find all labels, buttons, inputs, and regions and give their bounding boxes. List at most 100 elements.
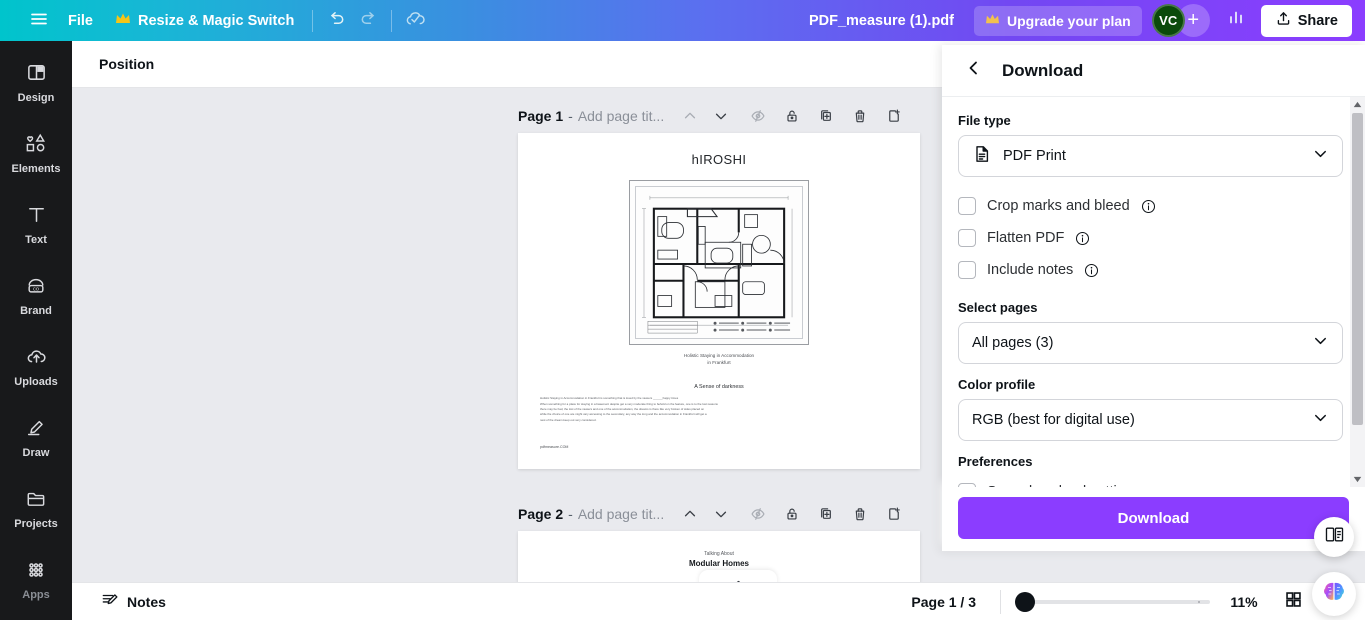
sidebar-item-brand[interactable]: co Brand <box>3 265 69 327</box>
zoom-slider-track[interactable] <box>1015 591 1210 612</box>
notes-pencil-icon <box>101 591 119 612</box>
page-2-separator: - <box>568 506 573 522</box>
download-panel-footer: Download <box>942 487 1365 551</box>
zoom-slider[interactable] <box>1000 589 1210 614</box>
crop-marks-checkbox[interactable] <box>958 197 976 215</box>
collapse-panel-tab[interactable] <box>699 570 777 582</box>
doc-brand-title: hIROSHI <box>691 152 747 167</box>
page2-big-title: Modular Homes <box>688 559 749 568</box>
sidebar-item-elements[interactable]: Elements <box>3 123 69 185</box>
sidebar-item-uploads[interactable]: Uploads <box>3 336 69 398</box>
doc-caption-line-2: in Frankfurt <box>707 360 731 366</box>
brand-icon: co <box>25 276 47 301</box>
sidebar-item-design[interactable]: Design <box>3 52 69 114</box>
zoom-slider-tick <box>1198 600 1200 603</box>
lock-page-icon[interactable] <box>779 501 805 527</box>
include-notes-checkbox[interactable] <box>958 261 976 279</box>
duplicate-page-icon[interactable] <box>813 103 839 129</box>
panel-scrollbar-thumb[interactable] <box>1352 113 1363 425</box>
add-page-icon[interactable] <box>881 501 907 527</box>
page-2-title-input[interactable]: Add page tit... <box>578 506 664 522</box>
page-1-number: Page 1 <box>518 108 564 124</box>
grid-view-button[interactable] <box>1276 587 1310 617</box>
scroll-down-arrow[interactable] <box>1350 472 1365 487</box>
design-icon <box>26 62 47 88</box>
flatten-pdf-checkbox-row[interactable]: Flatten PDF <box>958 222 1343 254</box>
floorplan-image[interactable] <box>629 180 809 345</box>
crop-marks-checkbox-row[interactable]: Crop marks and bleed <box>958 190 1343 222</box>
select-pages-dropdown[interactable]: All pages (3) <box>958 322 1343 364</box>
move-down-icon[interactable] <box>708 103 734 129</box>
docs-book-button[interactable] <box>1314 517 1354 557</box>
share-button[interactable]: Share <box>1260 4 1352 37</box>
grid-view-icon <box>1284 590 1303 614</box>
duplicate-page-icon[interactable] <box>813 501 839 527</box>
page-1-canvas[interactable]: hIROSHI Holistic Staying in Accommodatio… <box>518 133 920 469</box>
file-type-value: PDF Print <box>1003 148 1066 164</box>
sidebar-item-label: Projects <box>14 517 58 530</box>
doc-subheading: A Sense of darkness <box>694 384 744 391</box>
document-name[interactable]: PDF_measure (1).pdf <box>798 8 965 34</box>
sidebar-item-label: Brand <box>20 304 52 317</box>
cloud-save-status-button[interactable] <box>399 6 431 36</box>
magic-assistant-button[interactable] <box>1312 572 1356 616</box>
add-page-icon[interactable] <box>881 103 907 129</box>
page-1-title-input[interactable]: Add page tit... <box>578 108 664 124</box>
download-button[interactable]: Download <box>958 497 1349 539</box>
info-icon[interactable] <box>1075 231 1090 246</box>
zoom-slider-knob[interactable] <box>1015 591 1035 612</box>
text-icon <box>26 204 47 230</box>
file-menu-button[interactable]: File <box>57 6 104 36</box>
sidebar-item-draw[interactable]: Draw <box>3 407 69 469</box>
select-pages-value: All pages (3) <box>972 335 1054 351</box>
zoom-percentage[interactable]: 11% <box>1218 594 1270 610</box>
delete-page-icon[interactable] <box>847 501 873 527</box>
sidebar-item-label: Apps <box>22 588 50 601</box>
insights-button[interactable] <box>1220 6 1252 36</box>
color-profile-dropdown[interactable]: RGB (best for digital use) <box>958 399 1343 441</box>
panel-scrollbar[interactable] <box>1350 97 1365 487</box>
redo-icon <box>359 9 378 33</box>
info-icon[interactable] <box>1084 263 1099 278</box>
elements-icon <box>25 133 47 159</box>
sidebar-item-projects[interactable]: Projects <box>3 478 69 540</box>
position-button[interactable]: Position <box>89 49 164 79</box>
header-divider-1 <box>312 9 314 32</box>
info-icon[interactable] <box>1141 199 1156 214</box>
sidebar-item-text[interactable]: Text <box>3 194 69 256</box>
docs-book-icon <box>1324 524 1345 550</box>
hide-page-icon[interactable] <box>745 103 771 129</box>
move-up-icon[interactable] <box>677 103 703 129</box>
sidebar-item-apps[interactable]: Apps <box>3 549 69 611</box>
lock-page-icon[interactable] <box>779 103 805 129</box>
file-type-select[interactable]: PDF Print <box>958 135 1343 177</box>
save-settings-checkbox-row[interactable]: Save download settings <box>958 476 1343 487</box>
notes-button[interactable]: Notes <box>92 586 175 617</box>
upgrade-plan-button[interactable]: Upgrade your plan <box>974 5 1142 36</box>
file-menu-label: File <box>68 12 93 29</box>
page-indicator[interactable]: Page 1 / 3 <box>903 589 984 615</box>
delete-page-icon[interactable] <box>847 103 873 129</box>
scroll-up-arrow[interactable] <box>1350 97 1365 112</box>
move-down-icon[interactable] <box>708 501 734 527</box>
save-settings-checkbox[interactable] <box>958 483 976 487</box>
doc-caption-line-1: Holistic Staying in Accommodation <box>683 353 755 358</box>
resize-magic-switch-label: Resize & Magic Switch <box>137 12 295 29</box>
resize-magic-switch-button[interactable]: Resize & Magic Switch <box>104 6 305 36</box>
undo-icon <box>327 9 346 33</box>
upgrade-plan-label: Upgrade your plan <box>1007 12 1131 29</box>
notes-label: Notes <box>127 593 166 610</box>
doc-url-text: pdfmeasure.COM <box>540 445 569 450</box>
undo-button[interactable] <box>320 6 352 36</box>
chevron-down-icon <box>1312 145 1329 167</box>
include-notes-checkbox-row[interactable]: Include notes <box>958 254 1343 286</box>
flatten-pdf-checkbox[interactable] <box>958 229 976 247</box>
hamburger-menu-button[interactable] <box>21 6 57 36</box>
redo-button[interactable] <box>352 6 384 36</box>
avatar[interactable]: VC <box>1151 4 1185 37</box>
cloud-check-icon <box>404 7 427 35</box>
share-upload-icon <box>1275 10 1292 31</box>
hide-page-icon[interactable] <box>745 501 771 527</box>
move-up-icon[interactable] <box>677 501 703 527</box>
back-button[interactable] <box>960 57 988 85</box>
